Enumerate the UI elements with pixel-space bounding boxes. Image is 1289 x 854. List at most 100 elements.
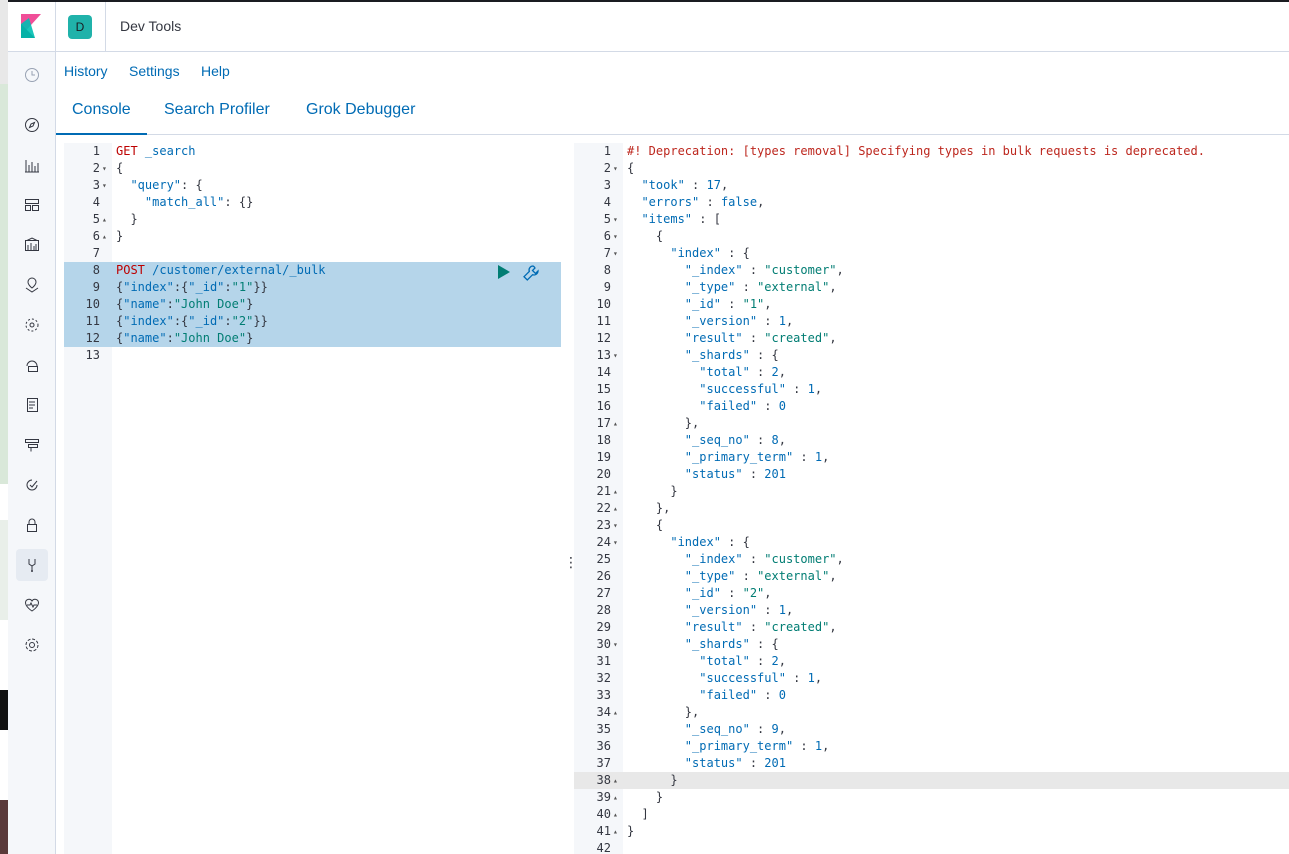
- fold-arrow-up-icon[interactable]: ▴: [613, 772, 618, 789]
- visualize-icon[interactable]: [16, 149, 48, 181]
- editor-divider[interactable]: [561, 143, 574, 854]
- line-number: 9: [603, 280, 611, 294]
- fold-arrow-down-icon[interactable]: ▾: [613, 347, 618, 364]
- line-number: 10: [85, 297, 100, 311]
- fold-arrow-up-icon[interactable]: ▴: [613, 415, 618, 432]
- line-number: 6: [92, 229, 100, 243]
- tab-grok-debugger[interactable]: Grok Debugger: [290, 92, 431, 135]
- fold-arrow-down-icon[interactable]: ▾: [613, 160, 618, 177]
- line-number: 9: [92, 280, 100, 294]
- kibana-window: D Dev Tools History Settings Help Consol…: [0, 0, 1289, 854]
- kibana-logo-icon[interactable]: [21, 14, 41, 38]
- response-editor[interactable]: #! Deprecation: [types removal] Specifyi…: [623, 143, 1289, 854]
- request-editor[interactable]: GET _search{ "query": { "match_all": {} …: [112, 143, 561, 854]
- code-line: "status" : 201: [684, 467, 786, 481]
- line-number: 18: [596, 433, 611, 447]
- code-line: "total" : 2,: [699, 365, 786, 379]
- tab-search-profiler[interactable]: Search Profiler: [148, 92, 286, 135]
- line-number: 5: [92, 212, 100, 226]
- discover-icon[interactable]: [16, 109, 48, 141]
- tab-console[interactable]: Console: [56, 92, 147, 135]
- fold-arrow-up-icon[interactable]: ▴: [613, 806, 618, 823]
- response-editor-gutter: 1 2 ▾ 3 4 5 ▾ 6 ▾ 7 ▾ 8 9 10 11 12 13 ▾ 14 15 16 17 ▴ 18 19 20 21 ▴…: [574, 143, 623, 854]
- line-number: 1: [603, 144, 611, 158]
- line-number: 35: [596, 722, 611, 736]
- divider-handle-icon[interactable]: ⋮: [564, 554, 578, 570]
- fold-arrow-up-icon[interactable]: ▴: [102, 228, 107, 245]
- fold-arrow-up-icon[interactable]: ▴: [613, 704, 618, 721]
- code-line: },: [684, 705, 700, 719]
- fold-arrow-down-icon[interactable]: ▾: [613, 245, 618, 262]
- line-number: 11: [596, 314, 611, 328]
- uptime-icon[interactable]: [16, 469, 48, 501]
- line-number: 1: [92, 144, 100, 158]
- machine-learning-icon[interactable]: [16, 309, 48, 341]
- code-line: }: [130, 212, 138, 226]
- management-icon[interactable]: [16, 629, 48, 661]
- code-line: {"index":{"_id":"2"}}: [116, 314, 268, 328]
- code-line: {"name":"John Doe"}: [116, 297, 254, 311]
- apm-icon[interactable]: [16, 429, 48, 461]
- code-line: {: [116, 161, 124, 175]
- code-line: "_index" : "customer",: [684, 552, 844, 566]
- help-link[interactable]: Help: [201, 63, 230, 79]
- fold-arrow-up-icon[interactable]: ▴: [102, 211, 107, 228]
- line-number: 29: [596, 620, 611, 634]
- line-number: 33: [596, 688, 611, 702]
- fold-arrow-down-icon[interactable]: ▾: [613, 636, 618, 653]
- send-request-play-icon[interactable]: [496, 264, 512, 280]
- infrastructure-icon[interactable]: [16, 349, 48, 381]
- canvas-icon[interactable]: [16, 229, 48, 261]
- code-line: "_seq_no" : 8,: [684, 433, 786, 447]
- code-line: ]: [641, 807, 649, 821]
- line-number: 27: [596, 586, 611, 600]
- recently-viewed-icon[interactable]: [16, 59, 48, 91]
- line-number: 28: [596, 603, 611, 617]
- code-line: "_primary_term" : 1,: [684, 450, 830, 464]
- code-line: "failed" : 0: [699, 399, 786, 413]
- request-options-wrench-icon[interactable]: [522, 264, 540, 282]
- line-number: 24: [596, 535, 611, 549]
- fold-arrow-down-icon[interactable]: ▾: [613, 211, 618, 228]
- line-number: 19: [596, 450, 611, 464]
- dashboard-icon[interactable]: [16, 189, 48, 221]
- monitoring-icon[interactable]: [16, 589, 48, 621]
- maps-icon[interactable]: [16, 269, 48, 301]
- breadcrumb-dev-tools: Dev Tools: [120, 18, 182, 34]
- fold-arrow-down-icon[interactable]: ▾: [613, 228, 618, 245]
- code-line: },: [684, 416, 700, 430]
- line-number: 36: [596, 739, 611, 753]
- fold-arrow-up-icon[interactable]: ▴: [613, 483, 618, 500]
- code-line: "match_all": {}: [144, 195, 254, 209]
- logs-icon[interactable]: [16, 389, 48, 421]
- space-avatar[interactable]: D: [68, 15, 92, 39]
- fold-arrow-up-icon[interactable]: ▴: [613, 500, 618, 517]
- fold-arrow-down-icon[interactable]: ▾: [613, 534, 618, 551]
- line-number: 26: [596, 569, 611, 583]
- history-link[interactable]: History: [64, 63, 108, 79]
- fold-arrow-down-icon[interactable]: ▾: [102, 160, 107, 177]
- fold-arrow-down-icon[interactable]: ▾: [613, 517, 618, 534]
- fold-arrow-up-icon[interactable]: ▴: [613, 789, 618, 806]
- line-number: 38: [596, 773, 611, 787]
- security-icon[interactable]: [16, 509, 48, 541]
- line-number: 17: [596, 416, 611, 430]
- line-number: 14: [596, 365, 611, 379]
- code-line: }: [655, 790, 664, 804]
- fold-arrow-down-icon[interactable]: ▾: [102, 177, 107, 194]
- line-number: 2: [92, 161, 100, 175]
- settings-link[interactable]: Settings: [129, 63, 180, 79]
- line-number: 30: [596, 637, 611, 651]
- fold-arrow-up-icon[interactable]: ▴: [613, 823, 618, 840]
- code-line: "index" : {: [670, 246, 750, 260]
- code-line: "successful" : 1,: [699, 671, 823, 685]
- code-line: {: [655, 518, 664, 532]
- code-line: }: [116, 229, 124, 243]
- dev-tools-icon[interactable]: [16, 549, 48, 581]
- line-number: 5: [603, 212, 611, 226]
- code-line: {"name":"John Doe"}: [116, 331, 254, 345]
- code-line: "_shards" : {: [684, 637, 779, 651]
- active-line: [623, 772, 1289, 789]
- code-line: "_primary_term" : 1,: [684, 739, 830, 753]
- line-number: 21: [596, 484, 611, 498]
